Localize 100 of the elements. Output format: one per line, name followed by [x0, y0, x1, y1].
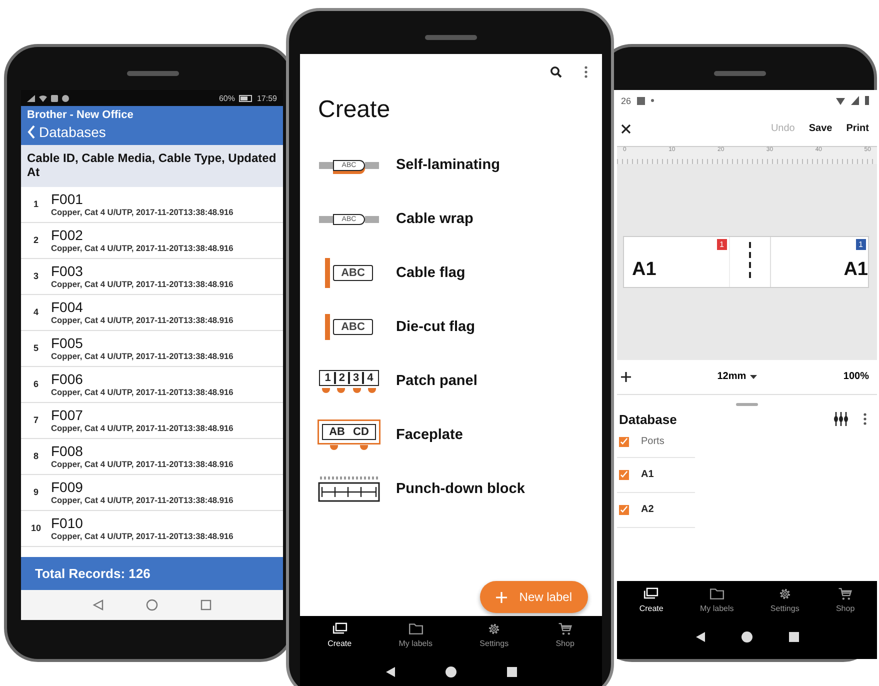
- close-icon[interactable]: [621, 124, 631, 134]
- recents-icon[interactable]: [506, 666, 518, 678]
- row-number: 1: [32, 199, 40, 210]
- nav-tab[interactable]: Create: [639, 587, 664, 613]
- record-row[interactable]: 3 F003 Copper, Cat 4 U/UTP, 2017-11-20T13:38:48.916: [21, 258, 283, 295]
- record-row[interactable]: 5 F005 Copper, Cat 4 U/UTP, 2017-11-20T13:38:48.916: [21, 330, 283, 367]
- row-number: 4: [32, 307, 40, 318]
- clock-time: 26: [621, 96, 632, 106]
- label-type-item[interactable]: AB CD Faceplate: [300, 408, 602, 462]
- label-type-item[interactable]: Punch-down block: [300, 462, 602, 516]
- speaker-slot: [714, 71, 766, 76]
- cable-id: F001: [51, 191, 84, 208]
- nav-tab[interactable]: Create: [328, 622, 352, 648]
- record-row[interactable]: 1 F001 Copper, Cat 4 U/UTP, 2017-11-20T13:38:48.916: [21, 186, 283, 223]
- label-segment[interactable]: 1 A1: [632, 236, 730, 287]
- label-type-name: Patch panel: [395, 373, 478, 389]
- column-settings-icon[interactable]: [833, 412, 849, 426]
- print-button[interactable]: Print: [846, 123, 869, 134]
- folder-icon: [408, 622, 424, 636]
- zoom-level: 100%: [843, 371, 869, 382]
- nav-tab[interactable]: My labels: [398, 622, 433, 648]
- cards-icon: [332, 622, 348, 636]
- record-value: A2: [641, 504, 654, 516]
- record-details: Copper, Cat 4 U/UTP, 2017-11-20T13:38:48.916: [51, 315, 234, 326]
- page-title: Create: [317, 95, 392, 125]
- database-row[interactable]: A1: [617, 458, 695, 493]
- recents-icon[interactable]: [788, 631, 800, 643]
- nav-tab[interactable]: Settings: [480, 622, 509, 648]
- checkbox[interactable]: [619, 436, 629, 447]
- checkbox[interactable]: [619, 504, 629, 515]
- more-icon[interactable]: [863, 413, 867, 426]
- row-number: 7: [32, 415, 40, 426]
- label-type-item[interactable]: 1 2 3 4 Patch panel: [300, 354, 602, 408]
- record-row[interactable]: 2 F002 Copper, Cat 4 U/UTP, 2017-11-20T13:38:48.916: [21, 222, 283, 259]
- nav-tab[interactable]: Shop: [836, 587, 855, 613]
- cable-id: F010: [51, 515, 84, 532]
- label-type-name: Cable wrap: [395, 211, 474, 227]
- more-icon[interactable]: [584, 66, 588, 78]
- record-row[interactable]: 8 F008 Copper, Cat 4 U/UTP, 2017-11-20T13:38:48.916: [21, 438, 283, 475]
- record-details: Copper, Cat 4 U/UTP, 2017-11-20T13:38:48.916: [51, 351, 234, 362]
- row-number: 9: [32, 487, 40, 498]
- segment-badge: 1: [716, 238, 727, 250]
- save-button[interactable]: Save: [808, 123, 832, 134]
- record-details: Copper, Cat 4 U/UTP, 2017-11-20T13:38:48.916: [51, 279, 234, 290]
- record-details: Copper, Cat 4 U/UTP, 2017-11-20T13:38:48.916: [51, 531, 234, 542]
- back-icon[interactable]: [384, 666, 396, 678]
- folder-icon: [708, 587, 725, 601]
- record-row[interactable]: 10 F010 Copper, Cat 4 U/UTP, 2017-11-20T13:38:48.916: [21, 510, 283, 547]
- search-icon[interactable]: [550, 66, 562, 78]
- cable-id: F004: [51, 299, 84, 316]
- record-details: Copper, Cat 4 U/UTP, 2017-11-20T13:38:48.916: [51, 459, 234, 470]
- record-value: A1: [641, 469, 654, 480]
- record-details: Copper, Cat 4 U/UTP, 2017-11-20T13:38:48.916: [51, 423, 234, 434]
- column-name: Ports: [641, 436, 664, 448]
- nav-tab[interactable]: Settings: [770, 587, 800, 613]
- home-icon[interactable]: [740, 631, 753, 643]
- record-details: Copper, Cat 4 U/UTP, 2017-11-20T13:38:48.916: [51, 387, 234, 398]
- speaker-slot: [127, 71, 179, 76]
- label-type-item[interactable]: ABC Cable flag: [300, 246, 602, 300]
- database-row[interactable]: Ports: [617, 426, 695, 458]
- nav-tab[interactable]: My labels: [700, 587, 734, 613]
- drag-handle[interactable]: [736, 402, 758, 406]
- tape-width-dropdown[interactable]: 12mm: [717, 371, 758, 382]
- chevron-left-icon: [27, 125, 36, 139]
- record-row[interactable]: 6 F006 Copper, Cat 4 U/UTP, 2017-11-20T13:38:48.916: [21, 366, 283, 403]
- wifi-icon: [836, 96, 845, 105]
- nav-tab[interactable]: Shop: [556, 622, 574, 648]
- app-title: Brother - New Office: [27, 109, 134, 121]
- row-number: 6: [32, 379, 40, 390]
- plus-icon[interactable]: [621, 372, 631, 382]
- record-details: Copper, Cat 4 U/UTP, 2017-11-20T13:38:48.916: [51, 495, 234, 506]
- home-icon[interactable]: [444, 666, 457, 678]
- label-type-name: Cable flag: [395, 265, 466, 281]
- label-text: A1: [844, 260, 868, 279]
- back-icon[interactable]: [694, 631, 706, 643]
- plus-icon: [496, 592, 508, 602]
- cable-id: F009: [51, 479, 84, 496]
- row-number: 3: [32, 271, 40, 282]
- record-row[interactable]: 9 F009 Copper, Cat 4 U/UTP, 2017-11-20T13:38:48.916: [21, 474, 283, 511]
- checkbox[interactable]: [619, 470, 629, 480]
- cable-id: F006: [51, 371, 84, 388]
- record-details: Copper, Cat 4 U/UTP, 2017-11-20T13:38:48.916: [51, 207, 234, 218]
- dot-icon: [651, 99, 654, 102]
- label-type-name: Punch-down block: [395, 481, 525, 497]
- row-number: 8: [32, 451, 40, 462]
- label-text: A1: [632, 260, 656, 279]
- cable-id: F008: [51, 443, 84, 460]
- label-type-item[interactable]: ABC Die-cut flag: [300, 300, 602, 354]
- database-row[interactable]: A2: [617, 492, 695, 528]
- caret-icon: [750, 374, 758, 379]
- row-number: 2: [32, 235, 40, 246]
- record-row[interactable]: 7 F007 Copper, Cat 4 U/UTP, 2017-11-20T13:38:48.916: [21, 402, 283, 439]
- cards-icon: [643, 587, 660, 601]
- label-segment[interactable]: 1 A1: [770, 236, 868, 287]
- label-preview[interactable]: 1 A1 1 A1: [623, 236, 869, 288]
- row-number: 10: [30, 523, 42, 534]
- back-link[interactable]: Databases: [27, 124, 277, 140]
- signal-icon: [27, 94, 35, 102]
- notification-icon: [637, 96, 646, 105]
- record-row[interactable]: 4 F004 Copper, Cat 4 U/UTP, 2017-11-20T13:38:48.916: [21, 294, 283, 331]
